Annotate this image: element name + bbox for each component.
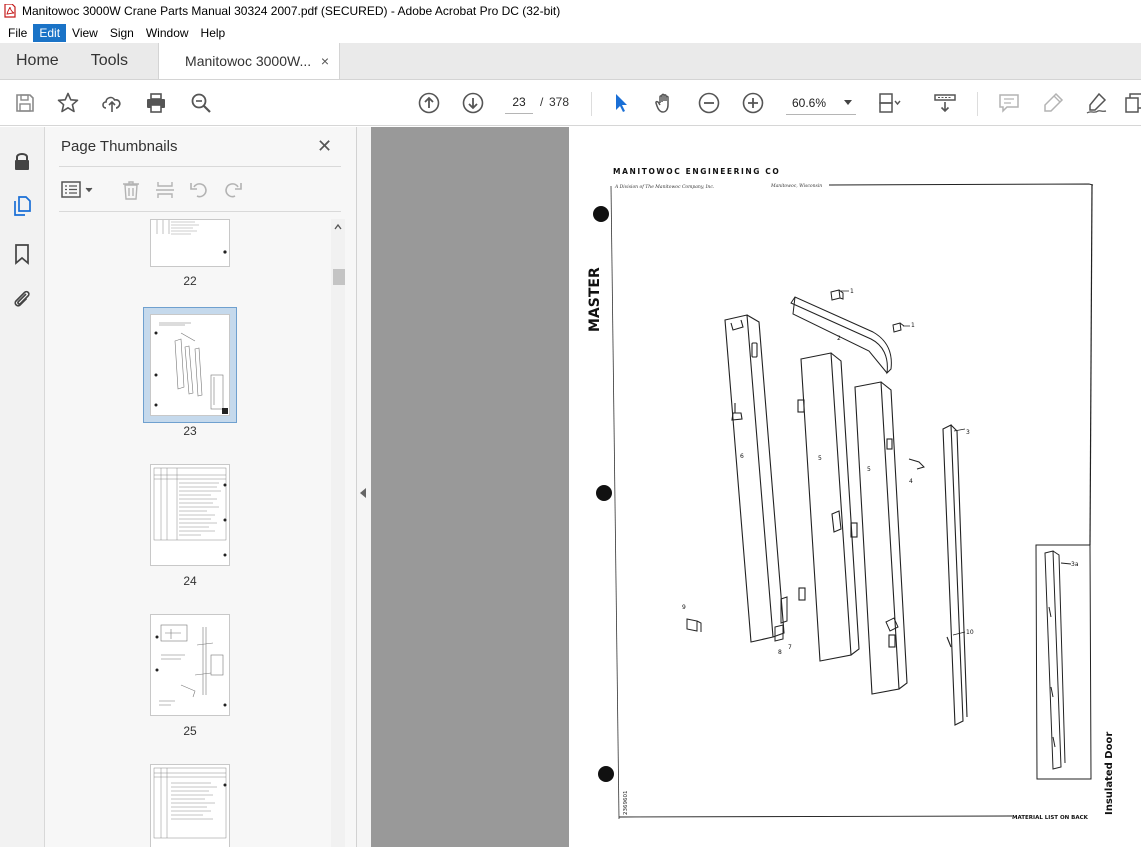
callout-label: 9 xyxy=(682,604,686,611)
menu-bar: File Edit View Sign Window Help xyxy=(0,22,1141,43)
acrobat-window: Manitowoc 3000W Crane Parts Manual 30324… xyxy=(0,0,1141,847)
menu-edit[interactable]: Edit xyxy=(33,23,67,42)
document-view[interactable]: MANITOWOC ENGINEERING CO A Division of T… xyxy=(371,127,1141,847)
page-separator: / xyxy=(540,95,544,109)
thumbnail-page-25[interactable] xyxy=(150,614,230,716)
header-location: Manitowoc, Wisconsin xyxy=(770,183,822,189)
panel-title: Page Thumbnails xyxy=(61,138,178,155)
toolbar-divider xyxy=(977,92,978,116)
callout-label: 8 xyxy=(778,649,782,656)
menu-file[interactable]: File xyxy=(2,24,33,42)
window-title: Manitowoc 3000W Crane Parts Manual 30324… xyxy=(22,4,561,18)
thumbnail-page-22[interactable] xyxy=(150,219,230,267)
thumbnail-toolbar xyxy=(45,177,357,203)
callout-label: 4 xyxy=(909,478,913,485)
callout-label: 2 xyxy=(837,335,841,342)
side-title: Insulated Door xyxy=(1104,732,1115,815)
divider xyxy=(59,166,341,167)
callout-label: 5 xyxy=(818,455,822,462)
drawing-number: 2369601 xyxy=(623,791,629,816)
callout-label: 5 xyxy=(867,466,871,473)
collapse-arrow-icon[interactable] xyxy=(360,488,366,498)
chevron-down-icon[interactable] xyxy=(844,100,852,105)
total-pages: 378 xyxy=(549,95,570,109)
pages-icon[interactable] xyxy=(11,195,33,217)
callout-label: 1 xyxy=(850,288,854,295)
zoom-in-icon[interactable] xyxy=(741,91,765,115)
page-down-icon[interactable] xyxy=(461,91,485,115)
master-stamp: MASTER xyxy=(587,267,603,332)
parts-drawing: MANITOWOC ENGINEERING CO A Division of T… xyxy=(587,167,1115,821)
rotate-cw-icon[interactable] xyxy=(222,179,244,201)
menu-view[interactable]: View xyxy=(66,24,104,42)
tab-document-label: Manitowoc 3000W... xyxy=(185,53,312,69)
menu-help[interactable]: Help xyxy=(195,24,232,42)
header-division: A Division of The Manitowoc Company, Inc… xyxy=(614,184,715,190)
callout-label: 3a xyxy=(1071,561,1079,568)
upload-icon[interactable] xyxy=(100,91,124,115)
scroll-up-icon[interactable] xyxy=(334,223,342,231)
star-icon[interactable] xyxy=(56,91,80,115)
zoom-value: 60.6% xyxy=(792,96,827,110)
page-number-input[interactable]: 23 xyxy=(505,90,533,114)
sign-icon[interactable] xyxy=(1085,91,1109,115)
panel-collapse-handle[interactable] xyxy=(357,127,371,847)
select-arrow-icon[interactable] xyxy=(609,91,633,115)
divider xyxy=(59,211,341,212)
tab-close-icon[interactable]: × xyxy=(321,53,329,69)
highlight-icon[interactable] xyxy=(1041,91,1065,115)
thumbnail-list: 22 23 24 25 26 xyxy=(45,219,331,847)
header-company: MANITOWOC ENGINEERING CO xyxy=(613,167,780,176)
callout-label: 6 xyxy=(740,453,744,460)
callout-label: 3 xyxy=(966,429,970,436)
hand-icon[interactable] xyxy=(653,91,677,115)
main-toolbar xyxy=(0,80,1141,126)
document-page: MANITOWOC ENGINEERING CO A Division of T… xyxy=(569,127,1141,847)
left-rail xyxy=(0,127,45,847)
lock-icon[interactable] xyxy=(11,150,33,172)
menu-window[interactable]: Window xyxy=(140,24,195,42)
thumbnail-label: 24 xyxy=(183,574,197,588)
thumbnail-page-26[interactable] xyxy=(150,764,230,847)
fit-page-icon[interactable] xyxy=(877,91,901,115)
tab-bar: Home Tools Manitowoc 3000W... × xyxy=(0,43,1141,80)
bookmark-icon[interactable] xyxy=(11,243,33,265)
trash-icon[interactable] xyxy=(120,179,142,201)
close-icon[interactable]: ✕ xyxy=(317,137,332,155)
page-thumbnails-panel: Page Thumbnails ✕ 22 23 24 25 xyxy=(45,127,357,847)
attachment-icon[interactable] xyxy=(11,288,33,310)
callout-label: 10 xyxy=(966,629,974,636)
scrollbar-thumb[interactable] xyxy=(333,269,345,285)
thumbnail-page-24[interactable] xyxy=(150,464,230,566)
footer-text: MATERIAL LIST ON BACK xyxy=(1012,815,1089,821)
thumbnail-label: 23 xyxy=(183,424,197,438)
more-icon[interactable] xyxy=(1124,91,1141,115)
thumbnail-page-23[interactable] xyxy=(150,314,230,416)
options-menu-icon[interactable] xyxy=(61,179,95,201)
comment-icon[interactable] xyxy=(997,91,1021,115)
callout-label: 1 xyxy=(911,322,915,329)
tab-tools[interactable]: Tools xyxy=(75,43,144,79)
print-icon[interactable] xyxy=(144,91,168,115)
callout-label: 7 xyxy=(788,644,792,651)
thumbnail-label: 22 xyxy=(183,274,197,288)
page-up-icon[interactable] xyxy=(417,91,441,115)
title-bar: Manitowoc 3000W Crane Parts Manual 30324… xyxy=(0,0,1141,22)
zoom-select[interactable]: 60.6% xyxy=(786,91,856,115)
zoom-search-icon[interactable] xyxy=(189,91,213,115)
toolbar-divider xyxy=(591,92,592,116)
save-icon[interactable] xyxy=(13,91,37,115)
thumbnail-scrollbar[interactable] xyxy=(331,219,345,847)
insert-page-icon[interactable] xyxy=(154,179,176,201)
scroll-mode-icon[interactable] xyxy=(933,91,957,115)
pdf-app-icon xyxy=(4,4,16,18)
rotate-ccw-icon[interactable] xyxy=(188,179,210,201)
tab-home[interactable]: Home xyxy=(0,43,75,79)
thumbnail-label: 25 xyxy=(183,724,197,738)
menu-sign[interactable]: Sign xyxy=(104,24,140,42)
zoom-out-icon[interactable] xyxy=(697,91,721,115)
tab-document[interactable]: Manitowoc 3000W... × xyxy=(158,43,341,79)
